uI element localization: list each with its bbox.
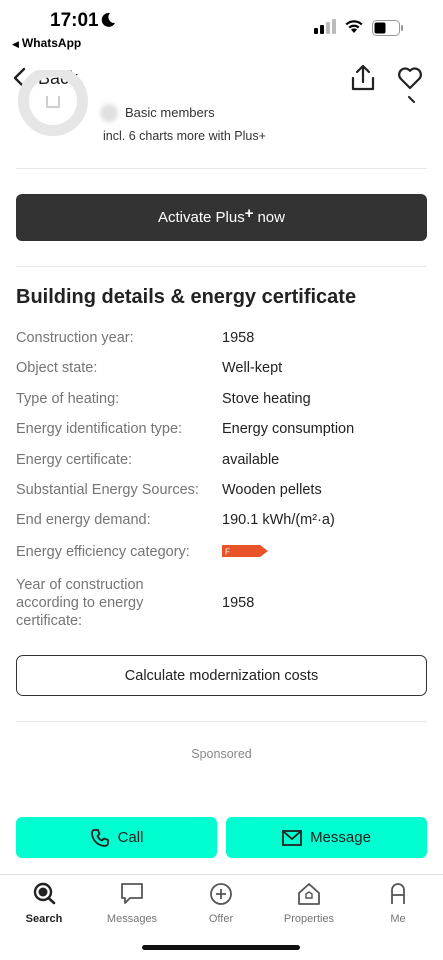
share-icon[interactable]	[350, 64, 376, 92]
plus-sign: +	[244, 205, 254, 222]
wifi-icon	[345, 20, 363, 33]
tab-label: Messages	[106, 913, 158, 925]
back-app-label: WhatsApp	[21, 36, 82, 50]
energy-class-letter: F	[225, 548, 230, 557]
chat-icon	[121, 883, 143, 904]
divider	[16, 168, 427, 169]
detail-value-energy-sources: Wooden pellets	[222, 482, 322, 498]
heart-icon[interactable]	[397, 66, 423, 90]
battery-icon	[372, 20, 403, 36]
section-title: Building details & energy certificate	[16, 286, 357, 308]
divider	[16, 721, 427, 722]
home-indicator[interactable]	[142, 945, 300, 950]
detail-value-construction-year: 1958	[222, 330, 255, 346]
detail-value-energy-certificate: available	[222, 452, 280, 468]
detail-label-energy-id-type: Energy identification type:	[16, 421, 183, 437]
call-button[interactable]: Call	[16, 817, 217, 858]
calculate-modernization-button[interactable]: Calculate modernization costs	[16, 655, 427, 696]
detail-label-efficiency-category: Energy efficiency category:	[16, 544, 190, 560]
activate-prefix: Activate Plus	[157, 209, 245, 226]
back-to-app-link[interactable]: ◀ WhatsApp	[12, 36, 81, 50]
chevron-right-icon[interactable]	[408, 96, 418, 106]
call-label: Call	[117, 829, 144, 846]
detail-value-energy-id-type: Energy consumption	[222, 421, 355, 437]
detail-label-heating: Type of heating:	[16, 391, 120, 407]
tab-label: Offer	[208, 913, 234, 925]
envelope-icon	[282, 829, 302, 846]
phone-icon	[90, 828, 109, 847]
status-time: 17:01	[50, 10, 99, 31]
blurred-indicator	[100, 104, 118, 122]
message-button[interactable]: Message	[226, 817, 427, 858]
activate-plus-button[interactable]: Activate Plus + now	[16, 194, 427, 241]
lock-icon	[46, 96, 60, 108]
detail-label-construction-year: Construction year:	[16, 330, 134, 346]
search-icon	[33, 882, 56, 905]
message-label: Message	[310, 829, 371, 846]
tab-label: Me	[390, 913, 406, 925]
moon-icon	[101, 12, 115, 27]
person-icon	[391, 883, 405, 904]
detail-value-year-per-certificate: 1958	[222, 595, 255, 611]
basic-members-label: Basic members	[125, 105, 215, 120]
activate-suffix: now	[257, 209, 285, 226]
house-icon	[298, 883, 320, 905]
tab-search[interactable]: Search	[0, 881, 88, 925]
plus-circle-icon	[210, 883, 232, 905]
tab-me[interactable]: Me	[354, 881, 442, 925]
tab-messages[interactable]: Messages	[88, 881, 176, 925]
tab-properties[interactable]: Properties	[265, 881, 353, 925]
detail-value-heating: Stove heating	[222, 391, 311, 407]
detail-label-energy-sources: Substantial Energy Sources:	[16, 482, 199, 498]
calculate-modernization-label: Calculate modernization costs	[124, 667, 319, 684]
tab-label: Search	[25, 913, 63, 925]
divider	[16, 266, 427, 267]
detail-value-end-energy-demand: 190.1 kWh/(m²·a)	[222, 512, 335, 528]
tab-offer[interactable]: Offer	[177, 881, 265, 925]
energy-class-badge: F	[222, 545, 268, 557]
status-bar: 17:01 ◀ WhatsApp	[0, 0, 443, 56]
detail-label-object-state: Object state:	[16, 360, 98, 376]
sponsored-label: Sponsored	[191, 747, 252, 761]
tab-label: Properties	[283, 913, 335, 925]
detail-value-object-state: Well-kept	[222, 360, 283, 376]
detail-label-end-energy-demand: End energy demand:	[16, 512, 151, 528]
plus-charts-note: incl. 6 charts more with Plus+	[103, 129, 266, 143]
detail-label-year-per-certificate: Year of construction according to energy…	[16, 577, 144, 629]
signal-icon	[314, 19, 336, 34]
detail-label-energy-certificate: Energy certificate:	[16, 452, 133, 468]
